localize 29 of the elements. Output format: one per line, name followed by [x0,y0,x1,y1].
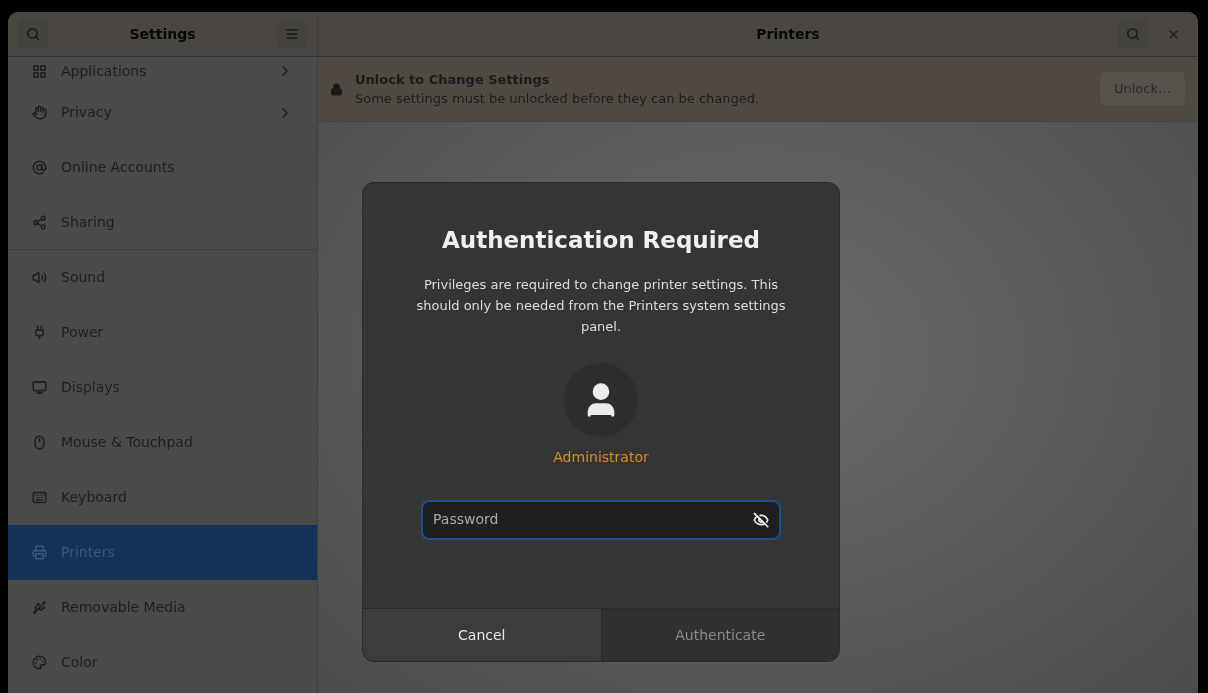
item-icon [32,545,47,560]
lock-icon [330,82,343,96]
search-button[interactable] [1118,19,1148,49]
item-icon [32,325,47,340]
item-icon [32,490,47,505]
sidebar-title: Settings [129,24,196,44]
password-input: Password [433,509,753,530]
item-icon [32,600,47,615]
item-icon [32,270,47,285]
dialog-button[interactable]: Cancel [363,609,601,661]
close-icon [1166,27,1180,41]
item-icon [32,435,47,450]
page-title: Printers [756,24,820,44]
search-button[interactable] [18,19,48,49]
dialog-title: Authentication Required [441,226,760,255]
dialog-message: Privileges are required to change printer settings. This should only be needed from the Printers system settings panel. [416,275,786,336]
eye-icon[interactable] [753,511,769,528]
item-icon [32,214,47,230]
menu-button[interactable] [277,19,307,49]
search-icon [26,27,40,41]
password-field[interactable]: Password [421,499,781,540]
search-icon [1126,27,1140,41]
item-icon [32,160,47,175]
menu-icon [285,27,299,41]
item-icon [32,105,47,120]
item-icon [32,655,47,670]
item-icon [32,380,47,395]
user-name: Administrator [553,447,649,467]
item-icon [32,63,47,79]
